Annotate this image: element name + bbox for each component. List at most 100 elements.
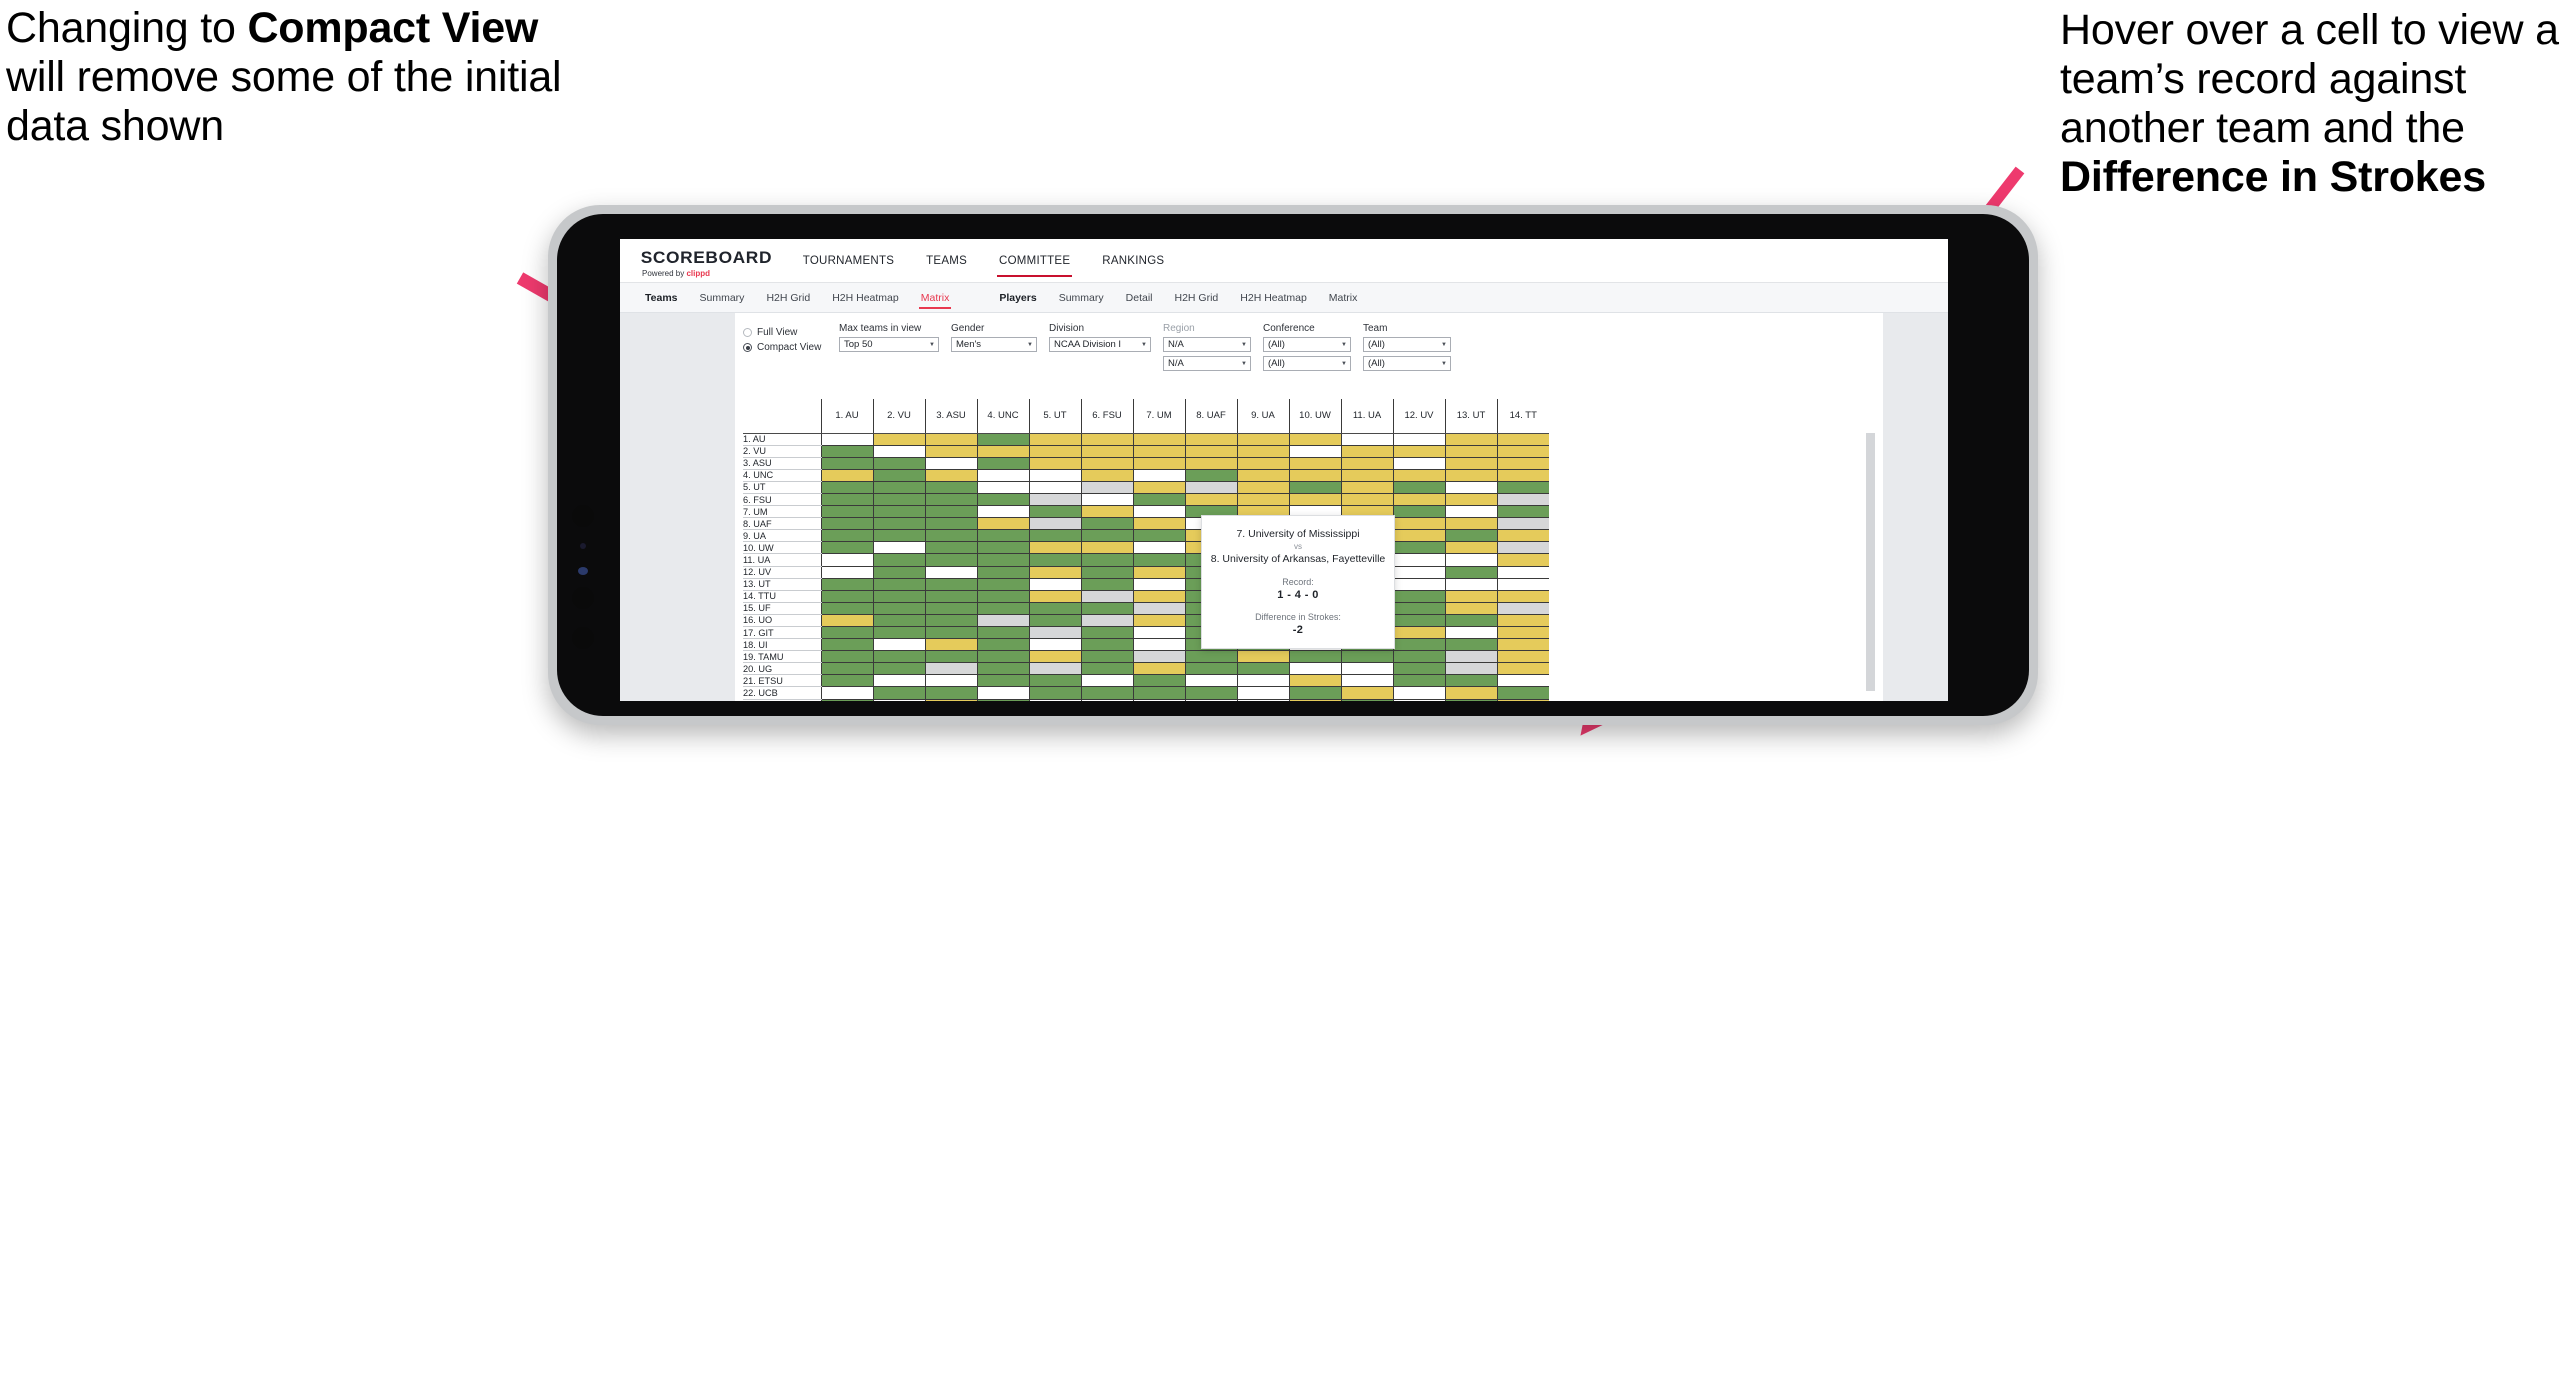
- matrix-cell[interactable]: [1236, 686, 1289, 700]
- matrix-cell[interactable]: [924, 481, 977, 494]
- matrix-cell[interactable]: [924, 686, 977, 700]
- matrix-column-header[interactable]: 9. UA: [1236, 399, 1289, 434]
- matrix-cell[interactable]: [1392, 674, 1445, 688]
- matrix-cell[interactable]: [820, 517, 873, 531]
- matrix-row-header[interactable]: 15. UF: [743, 602, 821, 615]
- matrix-cell[interactable]: [1080, 529, 1133, 543]
- matrix-cell[interactable]: [1288, 481, 1341, 494]
- matrix-column-header[interactable]: 14. TT: [1496, 399, 1549, 434]
- matrix-cell[interactable]: [1236, 481, 1289, 494]
- matrix-cell[interactable]: [1340, 469, 1393, 482]
- matrix-cell[interactable]: [1132, 457, 1185, 470]
- matrix-cell[interactable]: [1496, 638, 1549, 652]
- matrix-cell[interactable]: [1028, 541, 1081, 555]
- matrix-cell[interactable]: [1080, 541, 1133, 555]
- matrix-cell[interactable]: [1288, 457, 1341, 470]
- matrix-cell[interactable]: [1444, 638, 1497, 652]
- matrix-cell[interactable]: [1392, 566, 1445, 579]
- matrix-cell[interactable]: [1080, 650, 1133, 664]
- brand-logo[interactable]: SCOREBOARD Powered by clippd: [620, 239, 787, 282]
- matrix-cell[interactable]: [872, 433, 925, 446]
- matrix-cell[interactable]: [1340, 433, 1393, 446]
- subtab-players-detail[interactable]: Detail: [1115, 283, 1164, 312]
- matrix-cell[interactable]: [1132, 493, 1185, 507]
- matrix-cell[interactable]: [1080, 566, 1133, 579]
- matrix-cell[interactable]: [1080, 590, 1133, 603]
- matrix-cell[interactable]: [1132, 517, 1185, 531]
- topnav-teams[interactable]: TEAMS: [910, 239, 983, 282]
- matrix-cell[interactable]: [976, 638, 1029, 652]
- matrix-cell[interactable]: [1444, 686, 1497, 700]
- matrix-cell[interactable]: [924, 578, 977, 591]
- matrix-cell[interactable]: [1496, 481, 1549, 494]
- matrix-cell[interactable]: [820, 553, 873, 567]
- matrix-cell[interactable]: [1132, 566, 1185, 579]
- matrix-row-header[interactable]: 1. AU: [743, 433, 821, 446]
- matrix-cell[interactable]: [1340, 674, 1393, 688]
- matrix-cell[interactable]: [1444, 566, 1497, 579]
- matrix-cell[interactable]: [1184, 433, 1237, 446]
- matrix-cell[interactable]: [1444, 469, 1497, 482]
- topnav-rankings[interactable]: RANKINGS: [1086, 239, 1180, 282]
- tablet-button-mid[interactable]: [572, 587, 594, 609]
- matrix-cell[interactable]: [1028, 481, 1081, 494]
- matrix-cell[interactable]: [924, 699, 977, 701]
- matrix-cell[interactable]: [924, 505, 977, 519]
- subtab-teams-summary[interactable]: Summary: [689, 283, 756, 312]
- matrix-cell[interactable]: [1236, 662, 1289, 676]
- matrix-cell[interactable]: [976, 529, 1029, 543]
- matrix-cell[interactable]: [1340, 650, 1393, 664]
- matrix-cell[interactable]: [1496, 566, 1549, 579]
- matrix-cell[interactable]: [976, 505, 1029, 519]
- matrix-cell[interactable]: [820, 541, 873, 555]
- matrix-cell[interactable]: [1132, 699, 1185, 701]
- matrix-row-header[interactable]: 5. UT: [743, 481, 821, 494]
- matrix-cell[interactable]: [872, 493, 925, 507]
- matrix-cell[interactable]: [1236, 650, 1289, 664]
- matrix-cell[interactable]: [820, 638, 873, 652]
- radio-full-view[interactable]: Full View: [743, 325, 839, 340]
- matrix-cell[interactable]: [820, 457, 873, 470]
- matrix-cell[interactable]: [976, 517, 1029, 531]
- matrix-cell[interactable]: [1080, 699, 1133, 701]
- matrix-cell[interactable]: [1236, 433, 1289, 446]
- matrix-cell[interactable]: [1080, 614, 1133, 628]
- matrix-cell[interactable]: [1028, 686, 1081, 700]
- matrix-cell[interactable]: [820, 445, 873, 458]
- matrix-cell[interactable]: [1184, 493, 1237, 507]
- matrix-cell[interactable]: [1132, 626, 1185, 640]
- matrix-column-header[interactable]: 12. UV: [1392, 399, 1445, 434]
- filter-region-select-1[interactable]: N/A ▼: [1163, 337, 1251, 352]
- matrix-row-header[interactable]: 17. GIT: [743, 626, 821, 640]
- matrix-cell[interactable]: [1496, 626, 1549, 640]
- matrix-row-header[interactable]: 9. UA: [743, 529, 821, 543]
- filter-region-select-2[interactable]: N/A ▼: [1163, 356, 1251, 371]
- matrix-cell[interactable]: [1496, 493, 1549, 507]
- matrix-cell[interactable]: [820, 590, 873, 603]
- matrix-cell[interactable]: [924, 566, 977, 579]
- matrix-row-header[interactable]: 13. UT: [743, 578, 821, 591]
- matrix-row-header[interactable]: 11. UA: [743, 553, 821, 567]
- matrix-cell[interactable]: [1496, 602, 1549, 615]
- matrix-cell[interactable]: [820, 614, 873, 628]
- matrix-cell[interactable]: [1288, 650, 1341, 664]
- matrix-cell[interactable]: [1496, 541, 1549, 555]
- matrix-cell[interactable]: [976, 445, 1029, 458]
- matrix-cell[interactable]: [820, 686, 873, 700]
- matrix-cell[interactable]: [1184, 674, 1237, 688]
- matrix-cell[interactable]: [1392, 662, 1445, 676]
- matrix-cell[interactable]: [1080, 674, 1133, 688]
- matrix-cell[interactable]: [1444, 590, 1497, 603]
- matrix-cell[interactable]: [1184, 650, 1237, 664]
- matrix-row-header[interactable]: 8. UAF: [743, 517, 821, 531]
- matrix-column-header[interactable]: 13. UT: [1444, 399, 1497, 434]
- matrix-cell[interactable]: [1236, 445, 1289, 458]
- matrix-cell[interactable]: [1080, 662, 1133, 676]
- matrix-cell[interactable]: [1444, 578, 1497, 591]
- matrix-cell[interactable]: [1444, 650, 1497, 664]
- matrix-cell[interactable]: [1132, 662, 1185, 676]
- matrix-cell[interactable]: [1132, 602, 1185, 615]
- matrix-cell[interactable]: [924, 553, 977, 567]
- matrix-cell[interactable]: [924, 614, 977, 628]
- matrix-cell[interactable]: [1340, 686, 1393, 700]
